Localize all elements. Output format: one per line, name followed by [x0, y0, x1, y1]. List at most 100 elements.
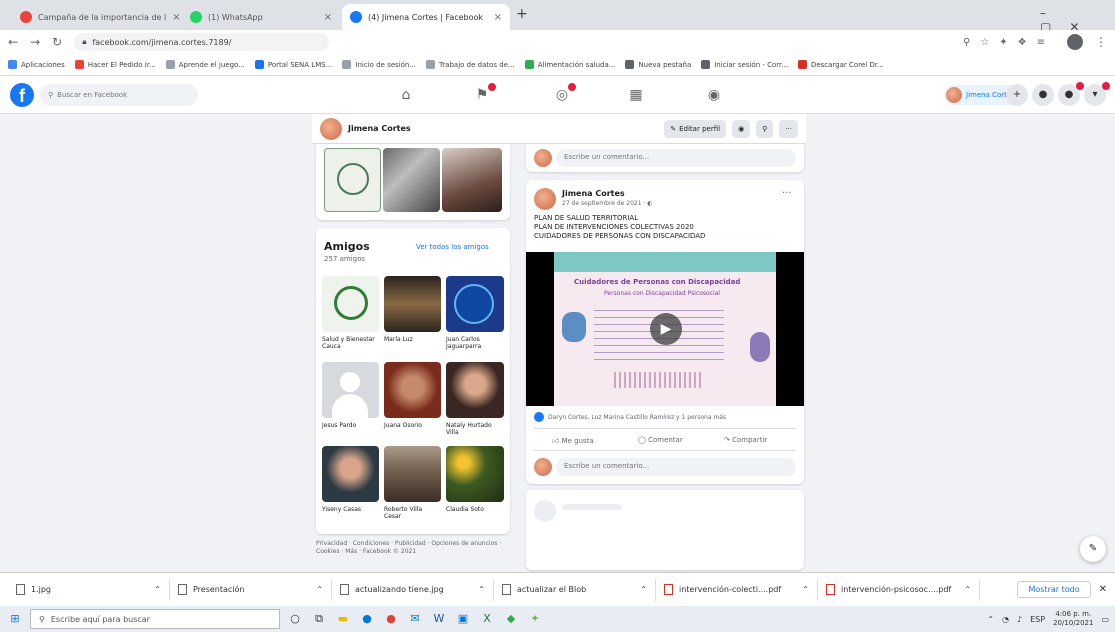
bookmark-apps[interactable]: Aplicaciones [8, 60, 65, 69]
download-item[interactable]: intervención-psicosoc....pdf ⌃ [818, 578, 980, 601]
groups-icon[interactable]: ◉ [704, 85, 724, 105]
bookmark[interactable]: Nueva pestaña [625, 60, 691, 69]
bookmark[interactable]: Hacer El Pedido Ir... [74, 60, 156, 69]
friend-photo[interactable] [322, 446, 379, 502]
download-item[interactable]: intervención-colecti....pdf ⌃ [656, 578, 818, 601]
friend-photo[interactable] [446, 446, 504, 502]
menu-icon[interactable]: ⋮ [1095, 35, 1107, 49]
facebook-logo-icon[interactable]: f [10, 83, 34, 107]
marketplace-icon[interactable]: ▦ [626, 85, 646, 105]
friend-name[interactable]: Salud y Bienestar Cauca [322, 336, 379, 350]
friend-photo[interactable] [384, 276, 441, 332]
language-indicator[interactable]: ESP [1030, 615, 1045, 624]
home-icon[interactable]: ⌂ [396, 85, 416, 105]
tab-campana[interactable]: Campaña de la importancia de l × [12, 4, 180, 30]
create-plus-icon[interactable]: + [1006, 84, 1028, 106]
friend-photo[interactable] [446, 276, 504, 332]
photo-thumbnail[interactable] [383, 148, 440, 212]
cortana-icon[interactable]: ○ [286, 610, 304, 628]
forward-icon[interactable]: → [30, 35, 40, 49]
task-view-icon[interactable]: ⧉ [310, 610, 328, 628]
messenger-icon[interactable]: ● [1032, 84, 1054, 106]
browser-extension-icons[interactable]: ⚲☆✦❖≡ [963, 37, 1055, 48]
download-item[interactable]: actualizando tiene.jpg ⌃ [332, 578, 494, 601]
bookmark[interactable]: Aprende el juego... [165, 60, 245, 69]
chevron-up-icon[interactable]: ⌃ [478, 585, 485, 594]
volume-icon[interactable]: ♪ [1017, 615, 1022, 624]
avatar[interactable] [320, 117, 342, 140]
more-options-button[interactable]: ··· [779, 119, 798, 138]
store-icon[interactable]: ▣ [454, 610, 472, 628]
notifications-bell-icon[interactable]: ● [1058, 82, 1084, 106]
show-all-button[interactable]: Mostrar todo [1017, 581, 1091, 598]
close-icon[interactable]: × [324, 12, 332, 23]
edit-profile-button[interactable]: ✎ Editar perfil [664, 119, 727, 138]
comment-input[interactable]: Escribe un comentario... [556, 458, 796, 476]
file-explorer-icon[interactable]: ▬ [334, 610, 352, 628]
friends-title[interactable]: Amigos [324, 240, 370, 253]
friend-name[interactable]: Juana Osorio [384, 422, 441, 429]
tab-whatsapp[interactable]: (1) WhatsApp × [182, 4, 340, 30]
tab-facebook[interactable]: (4) Jimena Cortes | Facebook × [342, 4, 510, 30]
excel-icon[interactable]: X [478, 610, 496, 628]
photo-thumbnail[interactable] [442, 148, 502, 212]
post-more-icon[interactable]: ··· [782, 188, 792, 199]
friend-name[interactable]: Yiseny Casas [322, 506, 379, 513]
chevron-up-icon[interactable]: ⌃ [640, 585, 647, 594]
chevron-up-icon[interactable]: ⌃ [802, 585, 809, 594]
bookmark[interactable]: Alimentación saluda... [524, 60, 615, 69]
account-chevron-down-icon[interactable]: ▾ [1084, 82, 1110, 106]
like-button[interactable]: 👍︎ Me gusta [552, 436, 594, 445]
download-item[interactable]: Presentación ⌃ [170, 578, 332, 601]
facebook-search-input[interactable]: ⚲ Buscar en Facebook [40, 84, 198, 106]
bookmark[interactable]: Portal SENA LMS... [254, 60, 332, 69]
friend-photo[interactable] [384, 362, 441, 418]
footer-links[interactable]: Privacidad · Condiciones · Publicidad · … [316, 540, 510, 556]
back-icon[interactable]: ← [8, 35, 18, 49]
close-icon[interactable]: × [172, 12, 180, 23]
chrome-icon[interactable]: ● [382, 610, 400, 628]
see-all-friends-link[interactable]: Ver todos los amigos [416, 243, 489, 251]
bookmark[interactable]: Iniciar sesión - Corr... [701, 60, 788, 69]
chevron-up-icon[interactable]: ⌃ [964, 585, 971, 594]
reactions-summary[interactable]: Daryn Cortes, Luz Marina Castillo Ramíre… [534, 412, 726, 422]
close-icon[interactable]: × [494, 12, 502, 23]
friend-photo[interactable] [446, 362, 504, 418]
wifi-icon[interactable]: ◔ [1002, 615, 1009, 624]
friend-name[interactable]: Juan Carlos Jaguarparra [446, 336, 504, 350]
windows-search-input[interactable]: ⚲ Escribe aquí para buscar [30, 609, 280, 629]
play-icon[interactable]: ▶ [650, 313, 682, 345]
word-icon[interactable]: W [430, 610, 448, 628]
avatar[interactable] [534, 188, 556, 210]
friend-name[interactable]: Jesus Pardo [322, 422, 379, 429]
edge-icon[interactable]: ● [358, 610, 376, 628]
search-profile-button[interactable]: ⚲ [756, 119, 774, 138]
post-video[interactable]: Cuidadores de Personas con Discapacidad … [526, 252, 804, 406]
friend-name[interactable]: María Luz [384, 336, 441, 343]
bookmark[interactable]: Descargar Corel Dr... [797, 60, 884, 69]
watch-icon[interactable]: ◎ [552, 83, 576, 105]
friend-name[interactable]: Claudia Soto [446, 506, 504, 513]
new-tab-icon[interactable]: + [516, 6, 528, 22]
bookmark[interactable]: Trabajo de datos de... [426, 60, 515, 69]
url-field[interactable]: 🔒︎ facebook.com/jimena.cortes.7189/ [74, 33, 330, 51]
app-icon[interactable]: ✦ [526, 610, 544, 628]
reload-icon[interactable]: ↻ [52, 35, 62, 49]
friend-name[interactable]: Nataly Hurtado Villa [446, 422, 504, 436]
comment-button[interactable]: ◯ Comentar [638, 436, 683, 444]
bookmark[interactable]: Inicio de sesión... [342, 60, 416, 69]
app-icon[interactable]: ◆ [502, 610, 520, 628]
friend-photo[interactable] [322, 276, 379, 332]
download-item[interactable]: 1.jpg ⌃ [8, 578, 170, 601]
clock[interactable]: 4:06 p. m. 20/10/2021 [1053, 610, 1093, 628]
friend-photo[interactable] [384, 446, 441, 502]
post-author[interactable]: Jimena Cortes [562, 189, 625, 198]
chevron-up-icon[interactable]: ⌃ [154, 585, 161, 594]
windows-start-icon[interactable]: ⊞ [6, 610, 24, 628]
friend-photo[interactable] [322, 362, 379, 418]
mail-icon[interactable]: ✉ [406, 610, 424, 628]
chevron-up-icon[interactable]: ⌃ [316, 585, 323, 594]
new-message-icon[interactable]: ✎ [1080, 536, 1106, 562]
view-as-button[interactable]: ◉ [732, 119, 751, 138]
close-icon[interactable]: ✕ [1099, 584, 1107, 595]
